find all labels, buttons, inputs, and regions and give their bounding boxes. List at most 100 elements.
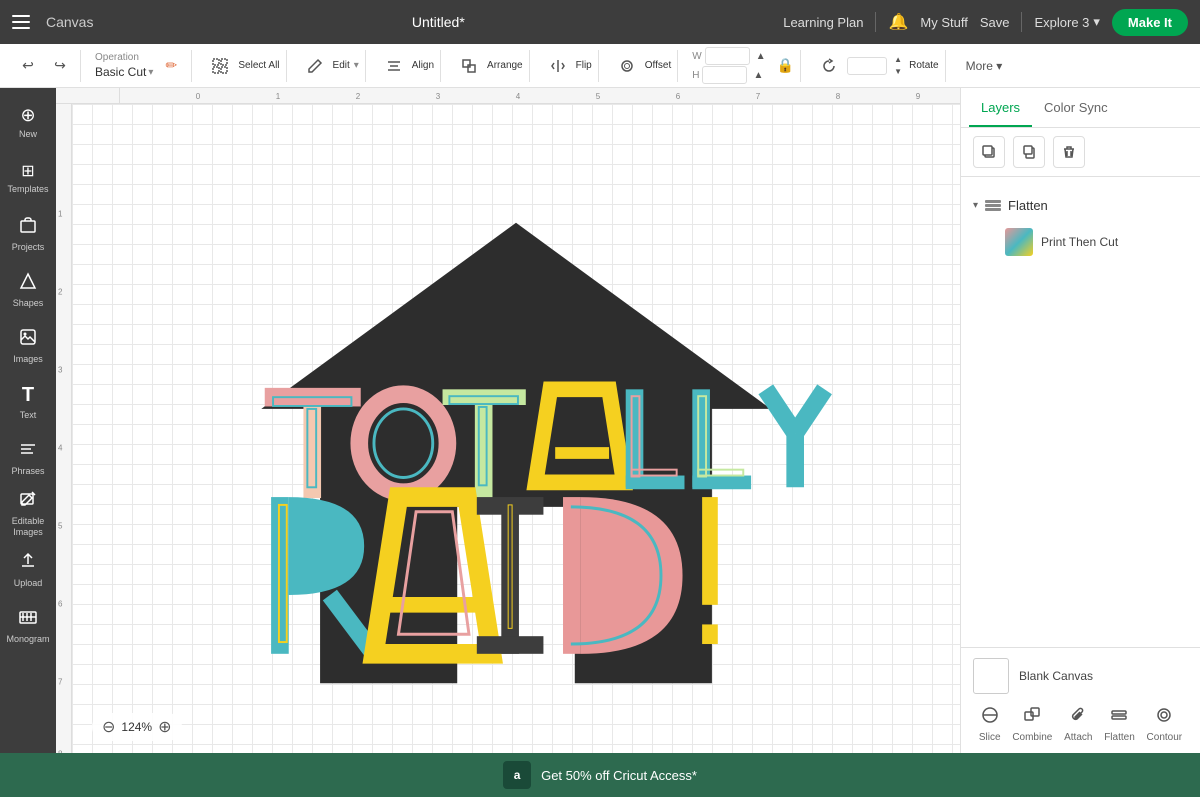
ruler-corner bbox=[56, 88, 120, 104]
nav-divider-1 bbox=[875, 12, 876, 32]
cricut-access-icon: a bbox=[503, 761, 531, 789]
promo-bar[interactable]: a Get 50% off Cricut Access* bbox=[0, 753, 1200, 797]
sidebar-item-label-shapes: Shapes bbox=[13, 298, 44, 309]
size-h-input[interactable] bbox=[702, 66, 747, 84]
layers-content: ▾ Flatten Print Then Cut bbox=[961, 177, 1200, 647]
flatten-group-icon bbox=[984, 195, 1002, 216]
make-it-button[interactable]: Make It bbox=[1112, 9, 1188, 36]
editable-images-icon bbox=[19, 490, 37, 513]
layer-chevron-icon: ▾ bbox=[973, 200, 978, 211]
sidebar-item-monogram[interactable]: Monogram bbox=[4, 600, 52, 652]
text-icon: T bbox=[22, 384, 34, 407]
hamburger-menu[interactable] bbox=[12, 15, 30, 29]
blank-canvas-row: Blank Canvas bbox=[973, 658, 1188, 694]
monogram-icon bbox=[19, 608, 37, 631]
top-nav: Canvas Untitled* Learning Plan 🔔 My Stuf… bbox=[0, 0, 1200, 44]
paste-layer-button[interactable] bbox=[1013, 136, 1045, 168]
select-all-button[interactable] bbox=[206, 52, 234, 80]
layer-group-flatten: ▾ Flatten Print Then Cut bbox=[961, 185, 1200, 266]
ruler-mark-6: 6 bbox=[676, 92, 680, 101]
promo-text: Get 50% off Cricut Access* bbox=[541, 768, 697, 783]
delete-layer-button[interactable] bbox=[1053, 136, 1085, 168]
rotate-up-button[interactable]: ▲ bbox=[891, 54, 905, 66]
ruler-vmark-4: 4 bbox=[58, 444, 62, 453]
ruler-vmark-8: 8 bbox=[58, 750, 62, 754]
sidebar-item-editable-images[interactable]: Editable Images bbox=[4, 488, 52, 540]
size-h-spinner-up[interactable]: ▲ bbox=[750, 67, 766, 83]
toolbar-more-group: More ▾ bbox=[954, 50, 1015, 82]
flatten-button[interactable]: Flatten bbox=[1104, 706, 1135, 743]
ruler-vmark-6: 6 bbox=[58, 600, 62, 609]
nav-right: Learning Plan 🔔 My Stuff Save Explore 3 … bbox=[783, 9, 1188, 36]
sidebar-item-shapes[interactable]: Shapes bbox=[4, 264, 52, 316]
arrange-button[interactable] bbox=[455, 52, 483, 80]
align-button[interactable] bbox=[380, 52, 408, 80]
sidebar-item-phrases[interactable]: Phrases bbox=[4, 432, 52, 484]
layer-item-print-then-cut[interactable]: Print Then Cut bbox=[973, 222, 1188, 262]
ruler-vmark-5: 5 bbox=[58, 522, 62, 531]
combine-button[interactable]: Combine bbox=[1012, 706, 1052, 743]
slice-icon bbox=[981, 706, 999, 729]
sidebar-item-text[interactable]: T Text bbox=[4, 376, 52, 428]
machine-selector[interactable]: Explore 3 ▾ bbox=[1034, 14, 1099, 30]
layer-thumb bbox=[1005, 228, 1033, 256]
lock-icon[interactable]: 🔒 bbox=[777, 57, 794, 74]
toolbar-align-group: Align bbox=[374, 50, 441, 82]
main-area: ⊕ New ⊞ Templates Projects Shapes Images bbox=[0, 88, 1200, 753]
upload-icon bbox=[19, 552, 37, 575]
rotate-down-button[interactable]: ▼ bbox=[891, 66, 905, 78]
offset-button[interactable] bbox=[613, 52, 641, 80]
redo-button[interactable]: ↪ bbox=[46, 52, 74, 80]
blank-canvas-thumbnail bbox=[973, 658, 1009, 694]
toolbar-select-group: Select All bbox=[200, 50, 286, 82]
copy-layer-button[interactable] bbox=[973, 136, 1005, 168]
undo-button[interactable]: ↩ bbox=[14, 52, 42, 80]
learning-plan-link[interactable]: Learning Plan bbox=[783, 15, 863, 30]
sidebar-item-upload[interactable]: Upload bbox=[4, 544, 52, 596]
more-button[interactable]: More ▾ bbox=[960, 52, 1009, 80]
templates-icon: ⊞ bbox=[21, 161, 34, 181]
bell-icon[interactable]: 🔔 bbox=[888, 12, 908, 32]
attach-label: Attach bbox=[1064, 732, 1092, 743]
rotate-button[interactable] bbox=[815, 52, 843, 80]
zoom-out-button[interactable]: ⊖ bbox=[102, 717, 115, 737]
select-all-label: Select All bbox=[238, 60, 279, 71]
toolbar-rotate-group: ▲ ▼ Rotate bbox=[809, 50, 945, 82]
attach-icon bbox=[1069, 706, 1087, 729]
contour-button[interactable]: Contour bbox=[1147, 706, 1183, 743]
sidebar-item-projects[interactable]: Projects bbox=[4, 208, 52, 260]
flip-button[interactable] bbox=[544, 52, 572, 80]
slice-label: Slice bbox=[979, 732, 1001, 743]
size-w-spinner-up[interactable]: ▲ bbox=[753, 48, 769, 64]
attach-button[interactable]: Attach bbox=[1064, 706, 1092, 743]
combine-icon bbox=[1023, 706, 1041, 729]
sidebar-item-label-editable: Editable Images bbox=[4, 516, 52, 538]
ruler-mark-5: 5 bbox=[596, 92, 600, 101]
tab-layers[interactable]: Layers bbox=[969, 88, 1032, 127]
canvas-inner[interactable]: ⊖ 124% ⊕ bbox=[72, 104, 960, 753]
panel-actions bbox=[961, 128, 1200, 177]
layer-group-flatten-header[interactable]: ▾ Flatten bbox=[973, 189, 1188, 222]
ruler-mark-3: 3 bbox=[436, 92, 440, 101]
ruler-mark-7: 7 bbox=[756, 92, 760, 101]
sidebar-item-new[interactable]: ⊕ New bbox=[4, 96, 52, 148]
edit-button[interactable] bbox=[301, 52, 329, 80]
sidebar-item-label-projects: Projects bbox=[12, 242, 45, 253]
zoom-in-button[interactable]: ⊕ bbox=[158, 717, 171, 737]
save-button[interactable]: Save bbox=[980, 15, 1010, 30]
promo-icon-letter: a bbox=[514, 768, 521, 782]
sidebar-item-templates[interactable]: ⊞ Templates bbox=[4, 152, 52, 204]
operation-dropdown[interactable]: Basic Cut ▾ bbox=[95, 65, 153, 79]
my-stuff-link[interactable]: My Stuff bbox=[920, 15, 967, 30]
edit-pen-button[interactable]: ✏ bbox=[157, 52, 185, 80]
tab-color-sync[interactable]: Color Sync bbox=[1032, 88, 1120, 127]
slice-button[interactable]: Slice bbox=[979, 706, 1001, 743]
machine-name: Explore 3 bbox=[1034, 15, 1089, 30]
size-w-input[interactable] bbox=[705, 47, 750, 65]
toolbar-flip-group: Flip bbox=[538, 50, 599, 82]
sidebar-item-images[interactable]: Images bbox=[4, 320, 52, 372]
operation-value: Basic Cut bbox=[95, 65, 146, 79]
doc-title: Untitled* bbox=[109, 14, 767, 30]
rotate-input[interactable] bbox=[847, 57, 887, 75]
toolbar-size-group: W ▲ H ▲ 🔒 bbox=[686, 50, 801, 82]
